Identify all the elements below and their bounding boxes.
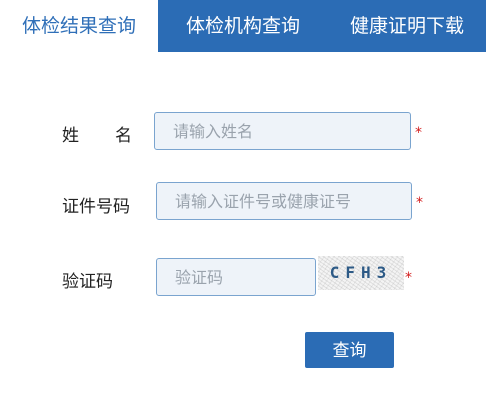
tab-bar: 体检结果查询 体检机构查询 健康证明下载: [0, 0, 486, 52]
tab-exam-results[interactable]: 体检结果查询: [0, 0, 158, 52]
id-number-input[interactable]: [156, 182, 412, 220]
name-label-first: 姓: [62, 126, 79, 146]
name-input[interactable]: [154, 112, 411, 150]
id-number-required-mark: *: [416, 195, 423, 211]
captcha-input[interactable]: [156, 258, 316, 296]
captcha-label: 验证码: [62, 272, 113, 292]
name-label: 姓名: [62, 121, 132, 146]
tab-health-certificate-download[interactable]: 健康证明下载: [328, 0, 486, 52]
query-button[interactable]: 查询: [305, 332, 394, 368]
query-form: 姓名 * 证件号码 * 验证码 CFH3 * 查询: [0, 52, 486, 412]
captcha-required-mark: *: [405, 270, 412, 286]
id-number-label: 证件号码: [62, 197, 130, 217]
name-required-mark: *: [415, 125, 422, 141]
name-label-last: 名: [115, 126, 132, 146]
tab-exam-institutions[interactable]: 体检机构查询: [158, 0, 328, 52]
captcha-image[interactable]: CFH3: [318, 256, 404, 290]
